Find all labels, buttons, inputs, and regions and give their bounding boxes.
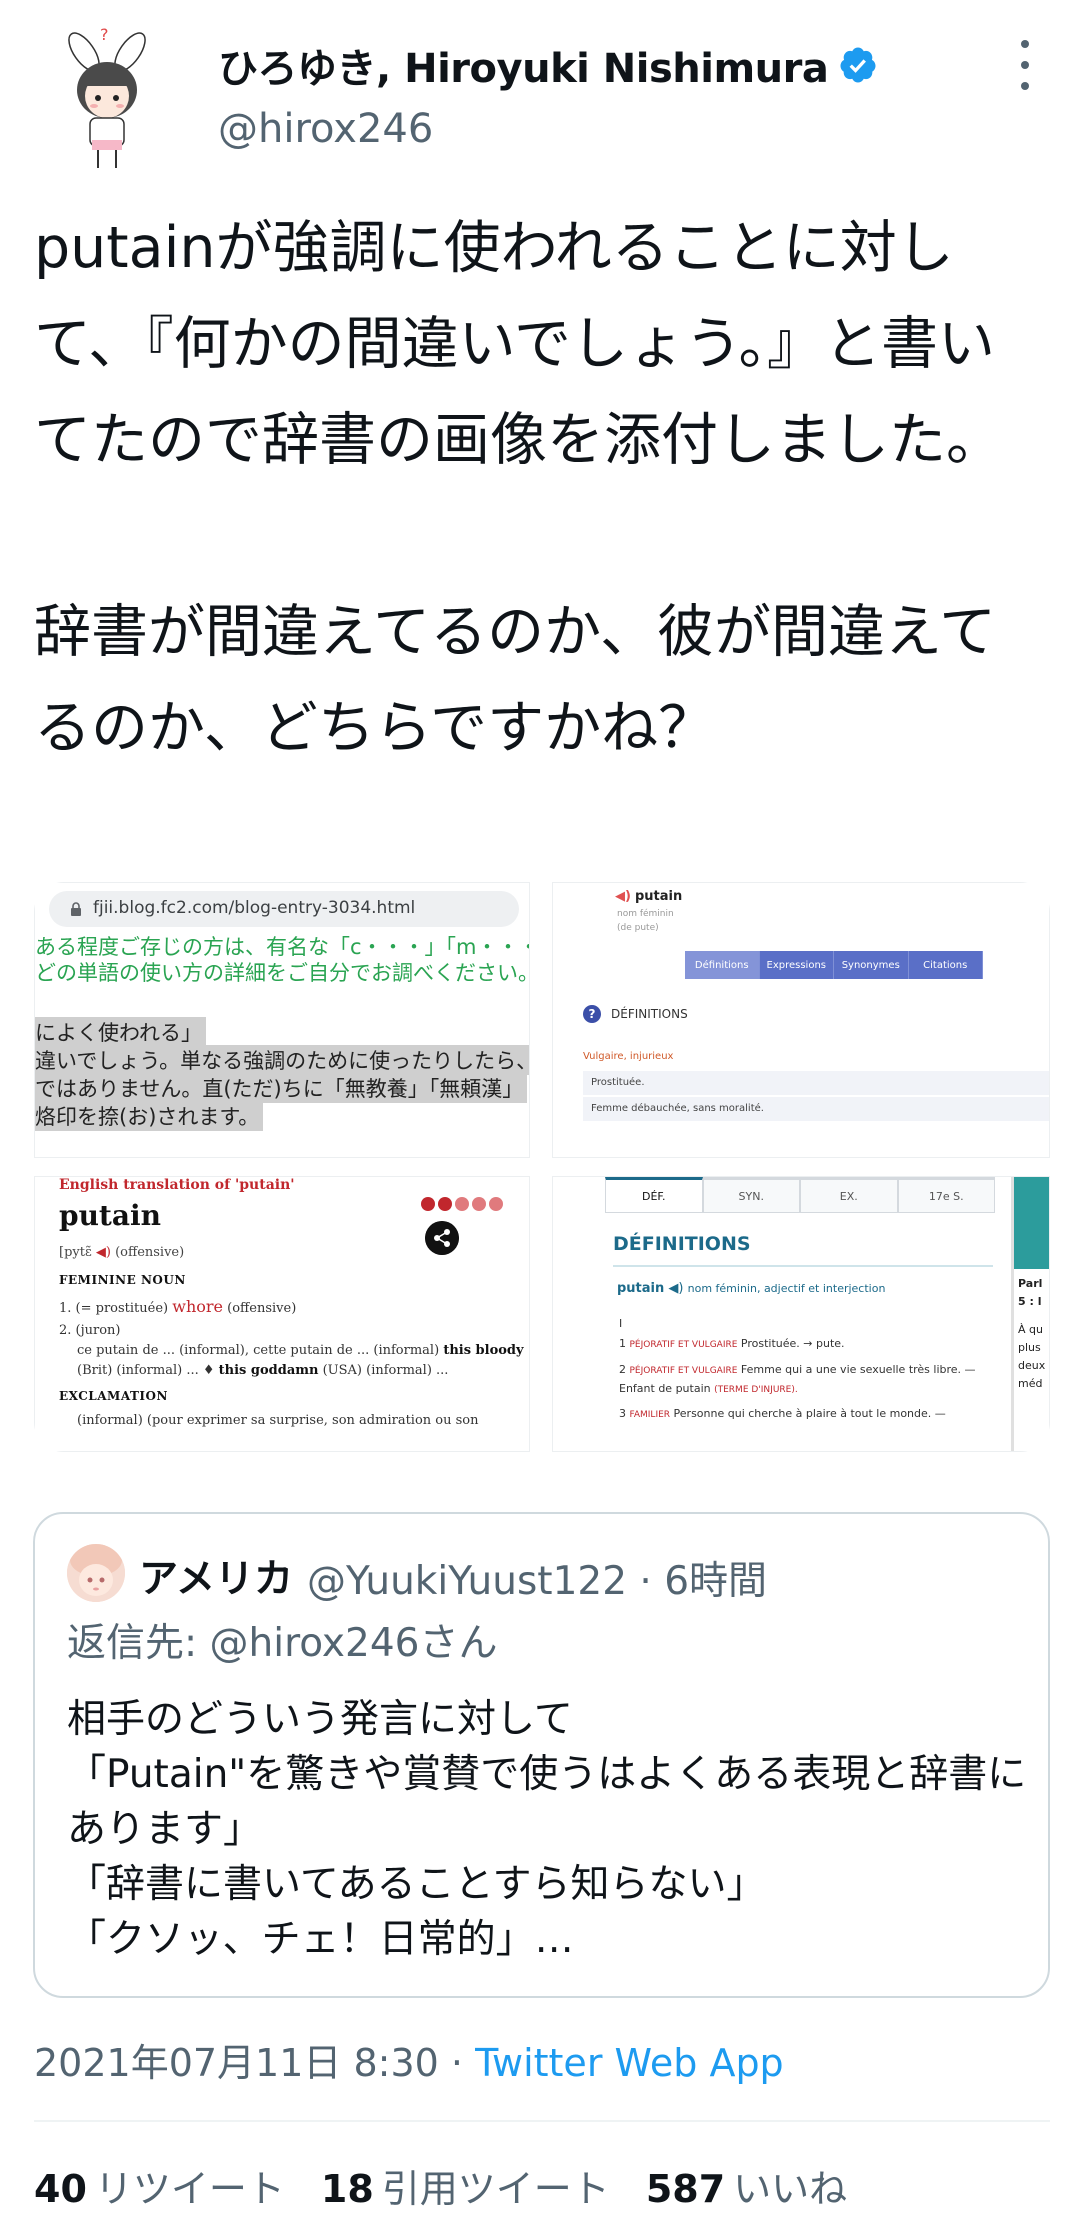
media-image-larousse-online[interactable]: ◀) putain nom féminin (de pute) Définitio… (552, 882, 1050, 1158)
larousse-label: Vulgaire, injurieux (583, 1051, 674, 1062)
frequency-dot (472, 1197, 486, 1211)
larousse-heading: ? DÉFINITIONS (583, 1005, 688, 1023)
larousse-def: Prostituée. (583, 1071, 1049, 1095)
quoted-tweet[interactable]: アメリカ @YuukiYuust122 · 6時間 返信先: @hirox246… (33, 1512, 1050, 1998)
larousse-sub: nom féminin (617, 909, 674, 919)
blog-green-line: どの単語の使い方の詳細をご自分でお調べください。 (35, 961, 530, 985)
media-grid: fjii.blog.fc2.com/blog-entry-3034.html あ… (34, 882, 1050, 1452)
quoted-tweet-text: 相手のどういう発言に対して 「Putain"を驚きや賞賛で使うはよくある表現と辞… (67, 1697, 1027, 1962)
author-name-row[interactable]: ひろゆき, Hiroyuki Nishimura (218, 36, 878, 94)
blog-gray-line: 違いでしょう。単なる強調のために使ったりしたら、 (35, 1045, 529, 1075)
larousse-print-roman: I (619, 1317, 623, 1330)
collins-heading: EXCLAMATION (59, 1389, 168, 1403)
quote-tweets-stat[interactable]: 18 引用ツイート (321, 2158, 610, 2213)
address-bar: fjii.blog.fc2.com/blog-entry-3034.html (49, 891, 519, 927)
likes-stat[interactable]: 587 いいね (646, 2158, 847, 2213)
author-handle[interactable]: @hirox246 (218, 106, 433, 152)
dot (1021, 61, 1029, 69)
quoted-reply-to: 返信先: @hirox246さん (67, 1621, 498, 1666)
speaker-icon: ◀) (615, 889, 631, 904)
side-text: À qu (1018, 1323, 1043, 1336)
frequency-dot (438, 1197, 452, 1211)
verified-badge-icon (840, 47, 876, 83)
tweet-text: putainが強調に使われることに対して、『何かの間違いでしょう。』と書いてたの… (34, 215, 1003, 761)
tab-synonymes[interactable]: Synonymes (834, 951, 909, 979)
tab-citations[interactable]: Citations (908, 951, 983, 979)
collins-line: (informal) (pour exprimer sa surprise, s… (77, 1413, 479, 1428)
engagement-stats: 40 リツイート 18 引用ツイート 587 いいね (34, 2158, 883, 2213)
speaker-icon[interactable]: ◀) (96, 1245, 111, 1260)
side-text: deux (1018, 1359, 1046, 1372)
tweet-timestamp: 2021年07月11日 8:30 · Twitter Web App (34, 2032, 784, 2087)
larousse-sub: (de pute) (617, 923, 659, 933)
teal-banner (1014, 1177, 1049, 1269)
larousse-def: Femme débauchée, sans moralité. (583, 1097, 1049, 1121)
collins-pronunciation: [pytɛ̃ ◀) (offensive) (59, 1245, 185, 1260)
quoted-author-avatar[interactable] (67, 1544, 125, 1602)
adjacent-page-strip: Parl 5 : l À qu plus deux méd (1011, 1177, 1049, 1451)
quoted-author-name[interactable]: アメリカ (139, 1548, 293, 1604)
larousse-print-def: 2 PÉJORATIF ET VULGAIRE Femme qui a une … (619, 1363, 976, 1395)
collins-line: ce putain de ... (informal), cette putai… (77, 1343, 524, 1358)
frequency-dot (489, 1197, 503, 1211)
media-image-collins[interactable]: English translation of 'putain' putain [… (34, 1176, 530, 1452)
larousse-tabs: Définitions Expressions Synonymes Citati… (685, 951, 983, 979)
dot (1021, 40, 1029, 48)
url-text: fjii.blog.fc2.com/blog-entry-3034.html (93, 898, 416, 918)
tab-syn[interactable]: SYN. (702, 1177, 800, 1213)
timestamp-text: 2021年07月11日 8:30 · (34, 2041, 476, 2085)
author-display-name[interactable]: ひろゆき, Hiroyuki Nishimura (218, 36, 829, 94)
lock-icon (71, 902, 81, 916)
blog-gray-line: 烙印を捺(お)されます。 (35, 1101, 264, 1131)
more-options-icon[interactable] (1010, 40, 1040, 90)
tab-definitions[interactable]: Définitions (685, 951, 760, 979)
tab-def[interactable]: DÉF. (605, 1177, 703, 1213)
collins-heading: FEMININE NOUN (59, 1273, 186, 1287)
speaker-icon[interactable]: ◀) (668, 1281, 683, 1296)
svg-text:?: ? (100, 25, 109, 44)
share-icon[interactable] (425, 1221, 459, 1255)
collins-line: (Brit) (informal) ... ♦ this goddamn (US… (77, 1363, 449, 1378)
quoted-handle-time: @YuukiYuust122 · 6時間 (307, 1559, 768, 1604)
frequency-dots (421, 1197, 506, 1211)
tweet-header: ? ひろゆき, Hiroyuki Nishimura @hirox246 (0, 0, 1080, 190)
frequency-dot (455, 1197, 469, 1211)
media-image-blog[interactable]: fjii.blog.fc2.com/blog-entry-3034.html あ… (34, 882, 530, 1158)
larousse-print-title: DÉFINITIONS (613, 1233, 751, 1255)
larousse-word: ◀) putain (615, 889, 683, 904)
larousse-print-tabs: DÉF. SYN. EX. 17e S. (605, 1177, 995, 1213)
dot (1021, 82, 1029, 90)
help-icon: ? (583, 1005, 601, 1023)
source-app-link[interactable]: Twitter Web App (475, 2041, 784, 2085)
frequency-dot (421, 1197, 435, 1211)
larousse-print-def: 1 PÉJORATIF ET VULGAIRE Prostituée. → pu… (619, 1337, 845, 1350)
media-image-larousse-print[interactable]: DÉF. SYN. EX. 17e S. DÉFINITIONS putain … (552, 1176, 1050, 1452)
side-text: Parl (1018, 1277, 1043, 1290)
side-text: plus (1018, 1341, 1041, 1354)
tab-ex[interactable]: EX. (800, 1177, 898, 1213)
collins-word: putain (59, 1199, 162, 1232)
side-text: 5 : l (1018, 1295, 1042, 1308)
divider (613, 1265, 993, 1267)
larousse-print-entry: putain ◀) nom féminin, adjectif et inter… (617, 1281, 886, 1296)
author-avatar[interactable]: ? (44, 22, 170, 172)
tab-17e[interactable]: 17e S. (897, 1177, 995, 1213)
tab-expressions[interactable]: Expressions (759, 951, 834, 979)
divider (34, 2120, 1050, 2122)
larousse-print-def: 3 FAMILIER Personne qui cherche à plaire… (619, 1407, 946, 1420)
side-text: méd (1018, 1377, 1043, 1390)
collins-line: 2. (juron) (59, 1323, 121, 1338)
collins-line: 1. (= prostituée) whore (offensive) (59, 1297, 297, 1316)
retweets-stat[interactable]: 40 リツイート (34, 2158, 285, 2213)
blog-gray-line: ではありません。直(ただ)ちに「無教養」「無頼漢」 (35, 1073, 528, 1103)
blog-gray-line: によく使われる」 (35, 1017, 206, 1047)
collins-caption: English translation of 'putain' (59, 1177, 295, 1193)
